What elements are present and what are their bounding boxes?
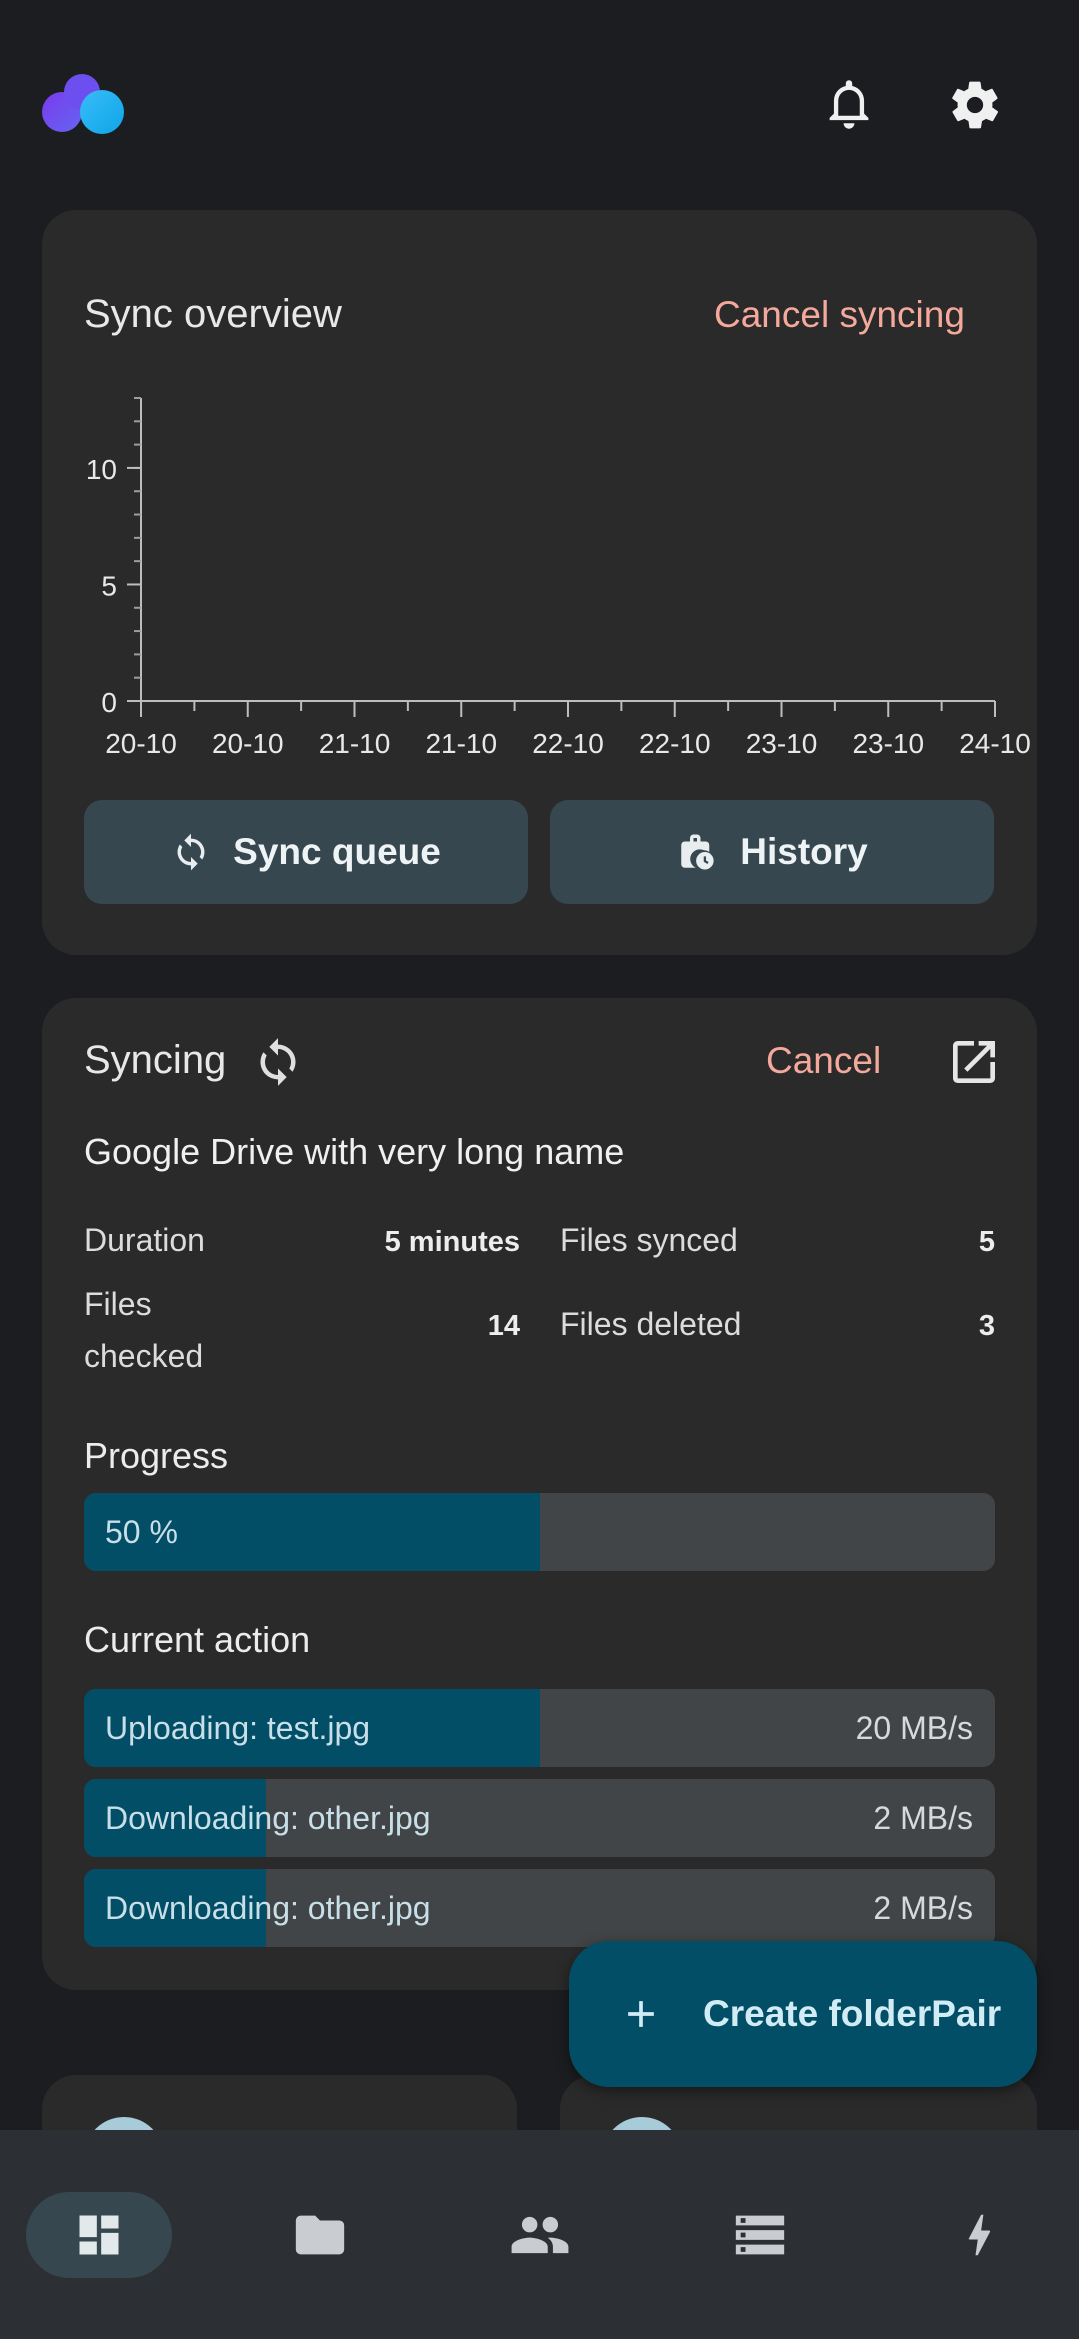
app-logo-icon: [40, 70, 130, 140]
chart-y-ticks: 0 5 10: [86, 454, 141, 718]
sync-status-icon: [252, 1036, 304, 1093]
dashboard-icon: [79, 2215, 119, 2255]
x-tick-label: 22-10: [532, 728, 604, 759]
action-rate: 2 MB/s: [873, 1800, 973, 1836]
x-tick-label: 22-10: [639, 728, 711, 759]
sync-queue-button[interactable]: Sync queue: [84, 800, 528, 904]
sync-overview-title: Sync overview: [84, 292, 342, 336]
progress-text: 50 %: [105, 1514, 178, 1550]
action-text: Downloading: other.jpg: [105, 1800, 431, 1836]
cancel-syncing-button[interactable]: Cancel syncing: [714, 294, 965, 336]
x-tick-label: 21-10: [319, 728, 391, 759]
bell-icon[interactable]: [814, 70, 884, 140]
action-text: Downloading: other.jpg: [105, 1890, 431, 1926]
top-app-bar: [0, 0, 1079, 210]
x-tick-label: 23-10: [746, 728, 818, 759]
create-folderpair-button[interactable]: Create folderPair: [569, 1941, 1037, 2087]
action-row: Downloading: other.jpg 2 MB/s: [84, 1779, 995, 1857]
storage-icon: [735, 2215, 785, 2255]
nav-dashboard[interactable]: [26, 2192, 172, 2278]
duration-label: Duration: [84, 1222, 205, 1258]
action-rate: 20 MB/s: [855, 1710, 973, 1746]
x-tick-label: 21-10: [425, 728, 497, 759]
gear-icon[interactable]: [940, 70, 1010, 140]
lightning-icon: [968, 2214, 991, 2256]
y-tick-label: 5: [101, 570, 117, 601]
action-text: Uploading: test.jpg: [105, 1710, 371, 1746]
x-tick-label: 23-10: [852, 728, 924, 759]
chart-x-ticks: 20-10 20-10 21-10 21-10 22-10 22-10 23-10 23-10…: [105, 701, 1031, 759]
work-history-icon: [681, 834, 714, 870]
nav-people[interactable]: [490, 2192, 590, 2278]
nav-automation[interactable]: [930, 2192, 1030, 2278]
nav-folders[interactable]: [270, 2192, 370, 2278]
chart-axes: [134, 397, 995, 702]
action-row: Uploading: test.jpg 20 MB/s: [84, 1689, 995, 1767]
plus-icon: [628, 2001, 654, 2027]
files-checked-value: 14: [487, 1310, 520, 1342]
x-tick-label: 24-10: [959, 728, 1031, 759]
nav-storage[interactable]: [710, 2192, 810, 2278]
files-deleted-label: Files deleted: [560, 1306, 742, 1342]
sync-queue-label: Sync queue: [233, 831, 441, 872]
y-tick-label: 0: [101, 687, 117, 718]
action-row: Downloading: other.jpg 2 MB/s: [84, 1869, 995, 1947]
duration-value: 5 minutes: [384, 1226, 520, 1258]
people-icon: [511, 2216, 569, 2254]
sync-overview-chart: 0 5 10 20-10 20-10 21-10 21-10 22-10 22-10 23-10…: [86, 397, 1031, 759]
history-button[interactable]: History: [550, 800, 994, 904]
cancel-button[interactable]: Cancel: [766, 1040, 881, 1082]
syncing-title: Syncing: [84, 1038, 227, 1082]
progress-label: Progress: [84, 1435, 229, 1476]
open-in-new-icon[interactable]: [946, 1034, 1002, 1095]
files-synced-value: 5: [978, 1226, 995, 1258]
sync-icon: [177, 833, 205, 871]
create-folderpair-label: Create folderPair: [703, 1993, 1002, 2034]
folder-icon: [295, 2215, 345, 2255]
history-label: History: [740, 831, 868, 872]
files-checked-label: Files checked: [84, 1286, 204, 1374]
x-tick-label: 20-10: [212, 728, 284, 759]
action-rate: 2 MB/s: [873, 1890, 973, 1926]
y-tick-label: 10: [86, 454, 117, 485]
connection-name: Google Drive with very long name: [84, 1131, 625, 1172]
files-deleted-value: 3: [978, 1310, 995, 1342]
bottom-navigation: [0, 2130, 1079, 2339]
progress-bar: 50 %: [84, 1493, 995, 1571]
files-synced-label: Files synced: [560, 1222, 738, 1258]
x-tick-label: 20-10: [105, 728, 177, 759]
current-action-label: Current action: [84, 1619, 311, 1660]
